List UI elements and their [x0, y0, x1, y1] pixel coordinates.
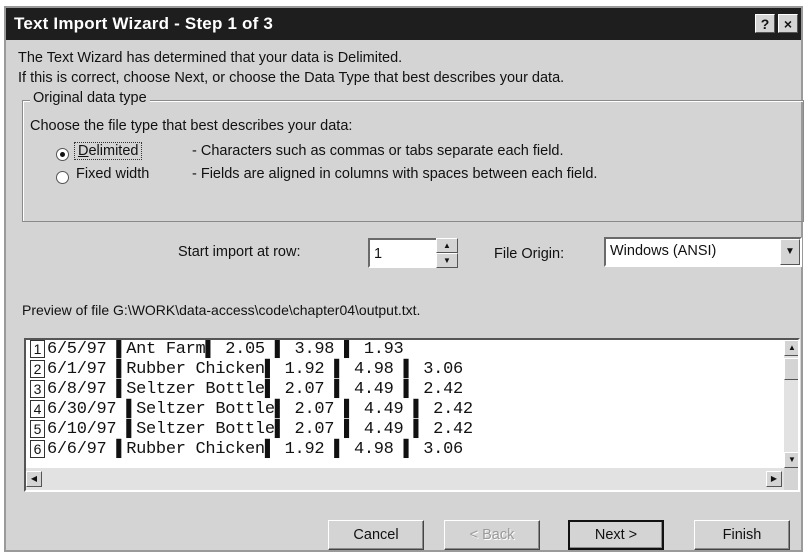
row-text: 6/1/97 ▌Rubber Chicken▌ 1.92 ▌ 4.98 ▌ 3.…: [47, 360, 463, 379]
fixed-width-description: - Fields are aligned in columns with spa…: [192, 166, 598, 182]
row-text: 6/30/97 ▌Seltzer Bottle▌ 2.07 ▌ 4.49 ▌ 2…: [47, 400, 473, 419]
scroll-left-icon[interactable]: ◀: [26, 471, 42, 487]
row-number: 3: [30, 380, 45, 398]
preview-pane[interactable]: 1 6/5/97 ▌Ant Farm▌ 2.05 ▌ 3.98 ▌ 1.93 26…: [24, 338, 800, 492]
row-text: 6/8/97 ▌Seltzer Bottle▌ 2.07 ▌ 4.49 ▌ 2.…: [47, 380, 463, 399]
down-arrow-icon[interactable]: ▼: [436, 253, 458, 268]
file-type-prompt: Choose the file type that best describes…: [30, 118, 353, 134]
radio-selected-dot: [60, 152, 65, 157]
row-number: 4: [30, 400, 45, 418]
cancel-button[interactable]: Cancel: [328, 520, 424, 550]
delimited-label: elimited: [88, 143, 139, 159]
next-button[interactable]: Next >: [568, 520, 664, 550]
scroll-right-icon[interactable]: ▶: [766, 471, 782, 487]
fixed-width-radio[interactable]: [56, 171, 69, 184]
chevron-down-icon[interactable]: ▼: [780, 239, 800, 265]
delimited-radio[interactable]: [56, 148, 69, 161]
help-button[interactable]: ?: [755, 14, 775, 33]
start-row-input[interactable]: 1: [368, 238, 438, 268]
row-text: 6/5/97 ▌Ant Farm▌ 2.05 ▌ 3.98 ▌ 1.93: [47, 340, 404, 359]
group-label: Original data type: [30, 90, 150, 106]
preview-label: Preview of file G:\WORK\data-access\code…: [22, 302, 421, 318]
start-row-spinner[interactable]: ▲ ▼: [436, 238, 458, 268]
preview-row: 1 6/5/97 ▌Ant Farm▌ 2.05 ▌ 3.98 ▌ 1.93: [30, 340, 404, 360]
preview-row: 3 6/8/97 ▌Seltzer Bottle▌ 2.07 ▌ 4.49 ▌ 2…: [30, 380, 463, 400]
scroll-corner: [784, 468, 798, 490]
row-number: 6: [30, 440, 45, 458]
start-row-label: Start import at row:: [178, 244, 301, 260]
preview-row: 4 6/30/97 ▌Seltzer Bottle▌ 2.07 ▌ 4.49 ▌ …: [30, 400, 473, 420]
file-origin-label: File Origin:: [494, 246, 565, 262]
up-arrow-icon[interactable]: ▲: [436, 238, 458, 253]
scroll-up-icon[interactable]: ▲: [784, 340, 798, 356]
horizontal-scrollbar[interactable]: ◀ ▶: [26, 468, 784, 490]
row-text: 6/10/97 ▌Seltzer Bottle▌ 2.07 ▌ 4.49 ▌ 2…: [47, 420, 473, 439]
intro-line-1: The Text Wizard has determined that your…: [18, 50, 403, 66]
intro-line-2: If this is correct, choose Next, or choo…: [18, 70, 565, 86]
delimited-description: - Characters such as commas or tabs sepa…: [192, 143, 564, 159]
preview-row: 6 6/6/97 ▌Rubber Chicken▌ 1.92 ▌ 4.98 ▌ 3…: [30, 440, 463, 460]
file-origin-value: Windows (ANSI): [610, 243, 717, 259]
text-import-wizard-dialog: Text Import Wizard - Step 1 of 3 ? × The…: [4, 6, 804, 552]
window-title: Text Import Wizard - Step 1 of 3: [14, 14, 274, 33]
preview-row: 2 6/1/97 ▌Rubber Chicken▌ 1.92 ▌ 4.98 ▌ 3…: [30, 360, 463, 380]
fixed-width-label[interactable]: Fixed width: [76, 166, 149, 182]
finish-button[interactable]: Finish: [694, 520, 790, 550]
file-origin-select[interactable]: Windows (ANSI): [604, 237, 802, 267]
row-number: 2: [30, 360, 45, 378]
scroll-down-icon[interactable]: ▼: [784, 452, 798, 468]
row-text: 6/6/97 ▌Rubber Chicken▌ 1.92 ▌ 4.98 ▌ 3.…: [47, 440, 463, 459]
preview-row: 5 6/10/97 ▌Seltzer Bottle▌ 2.07 ▌ 4.49 ▌ …: [30, 420, 473, 440]
scroll-thumb[interactable]: [784, 358, 798, 380]
row-number: 1: [30, 340, 45, 358]
row-number: 5: [30, 420, 45, 438]
delimited-option[interactable]: Delimited: [74, 142, 143, 160]
title-bar: Text Import Wizard - Step 1 of 3 ? ×: [6, 8, 801, 40]
vertical-scrollbar[interactable]: ▲ ▼: [784, 340, 798, 468]
close-button[interactable]: ×: [778, 14, 798, 33]
back-button[interactable]: < Back: [444, 520, 540, 550]
